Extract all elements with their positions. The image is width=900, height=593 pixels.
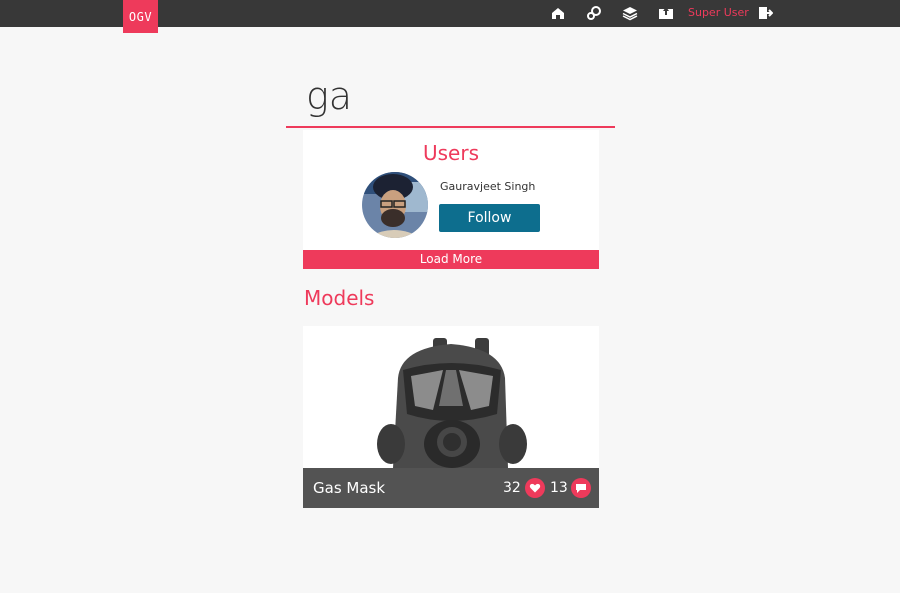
load-more-button[interactable]: Load More [303, 250, 599, 269]
top-navbar: OGV Super User [0, 0, 900, 33]
follow-button[interactable]: Follow [439, 204, 540, 232]
logo[interactable]: OGV [123, 0, 158, 33]
models-title: Models [304, 286, 375, 310]
comment-count: 13 [550, 480, 568, 496]
comment-icon[interactable] [571, 478, 591, 498]
search-value[interactable]: ga [306, 74, 352, 118]
search-input[interactable]: ga [286, 70, 615, 128]
home-icon[interactable] [550, 5, 566, 21]
heart-icon[interactable] [525, 478, 545, 498]
model-footer: Gas Mask 32 13 [303, 468, 599, 508]
layers-icon[interactable] [622, 5, 638, 21]
user-name[interactable]: Gauravjeet Singh [440, 180, 535, 193]
users-section: Users Gauravjeet Singh Follow [303, 130, 599, 250]
user-menu-link[interactable]: Super User [688, 6, 749, 19]
model-card[interactable]: Gas Mask 32 13 [303, 326, 599, 508]
settings-icon[interactable] [586, 5, 602, 21]
like-count: 32 [503, 480, 521, 496]
model-thumbnail[interactable] [303, 326, 599, 468]
avatar[interactable] [362, 172, 428, 238]
model-name[interactable]: Gas Mask [313, 479, 385, 497]
users-title: Users [422, 141, 479, 165]
logout-icon[interactable] [757, 5, 773, 21]
upload-icon[interactable] [658, 5, 674, 21]
